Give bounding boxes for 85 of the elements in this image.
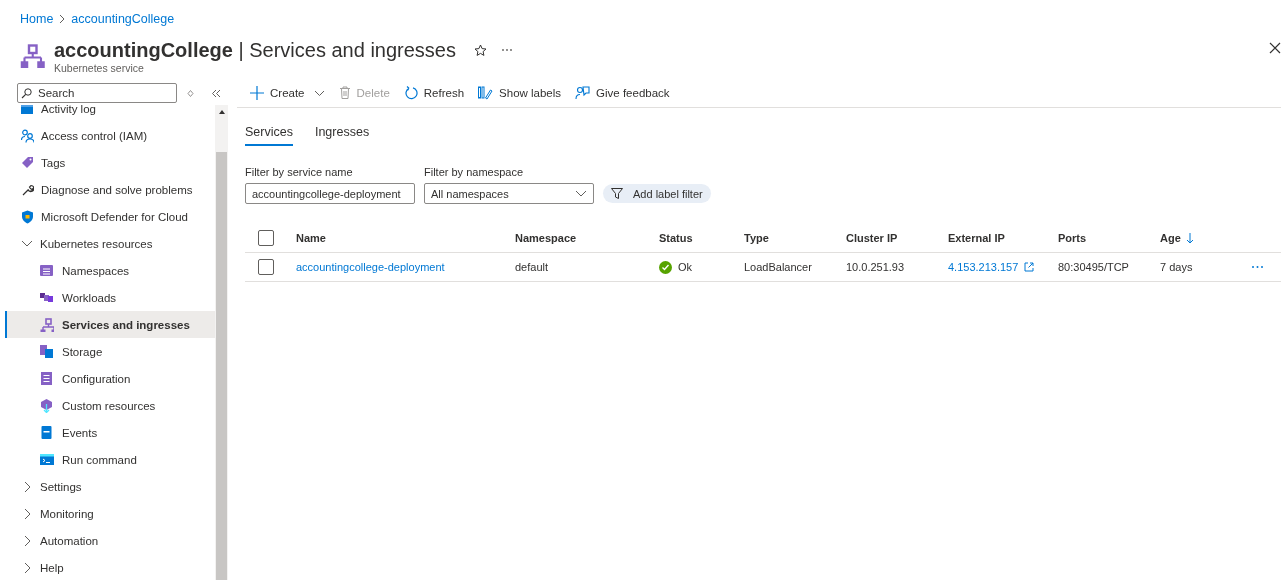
chevron-down-icon xyxy=(575,190,587,197)
log-icon xyxy=(21,105,34,116)
network-icon xyxy=(20,44,46,70)
nav-item[interactable]: Custom resources xyxy=(5,392,215,419)
column-header[interactable]: Type xyxy=(744,232,769,244)
nav-item[interactable]: Settings xyxy=(5,473,215,500)
label-icon xyxy=(478,86,494,100)
shield-icon xyxy=(21,209,34,224)
resource-type: Kubernetes service xyxy=(54,62,145,74)
add-label-filter-button[interactable]: Add label filter xyxy=(603,184,711,203)
select-all-checkbox[interactable] xyxy=(258,230,274,246)
more-icon xyxy=(1251,265,1264,269)
collapse-icon xyxy=(211,88,221,98)
namespace-dropdown[interactable]: All namespaces xyxy=(424,183,594,204)
nav-item[interactable]: Monitoring xyxy=(5,500,215,527)
filter-icon xyxy=(611,188,623,199)
chevron-right-icon xyxy=(59,14,66,24)
column-header[interactable]: Cluster IP xyxy=(846,232,898,244)
status-text: Ok xyxy=(678,261,693,273)
chevron-down-icon xyxy=(313,89,325,97)
column-header[interactable]: Ports xyxy=(1058,232,1087,244)
column-header[interactable]: Name xyxy=(296,232,326,244)
toolbar-button[interactable]: Show labels xyxy=(478,86,562,100)
nav-item[interactable]: Kubernetes resources xyxy=(5,230,215,257)
scrollbar[interactable] xyxy=(215,105,228,580)
nav-item[interactable]: Workloads xyxy=(5,284,215,311)
external-ip-link[interactable]: 4.153.213.157 xyxy=(948,261,1019,273)
search-field[interactable]: Search xyxy=(17,83,177,103)
plus-icon xyxy=(250,86,264,100)
service-name-field[interactable]: accountingcollege-deployment xyxy=(245,183,415,204)
trash-icon xyxy=(338,86,351,100)
diamond-icon xyxy=(187,89,194,97)
feedback-icon xyxy=(575,86,591,100)
nav-item[interactable]: Automation xyxy=(5,527,215,554)
terminal-icon xyxy=(40,452,54,467)
external-link-icon xyxy=(1024,262,1035,272)
table-cell: 10.0.251.93 xyxy=(846,261,905,273)
list-icon xyxy=(40,371,54,386)
network-icon xyxy=(40,317,54,332)
nav-item[interactable]: Diagnose and solve problems xyxy=(5,176,215,203)
nav-item[interactable]: Run command xyxy=(5,446,215,473)
toolbar-button[interactable]: Create xyxy=(250,86,325,100)
table-cell: LoadBalancer xyxy=(744,261,812,273)
breadcrumb-link[interactable]: accountingCollege xyxy=(71,12,175,26)
nav-item[interactable]: Access control (IAM) xyxy=(5,122,215,149)
service-link[interactable]: accountingcollege-deployment xyxy=(296,261,445,273)
tab[interactable]: Services xyxy=(245,125,293,146)
breadcrumb-link[interactable]: Home xyxy=(20,12,54,26)
storage-icon xyxy=(40,344,54,359)
column-header[interactable]: Status xyxy=(659,232,693,244)
field-label: Filter by service name xyxy=(245,166,354,178)
close-icon xyxy=(1269,42,1281,54)
people-icon xyxy=(21,128,34,143)
nav-item[interactable]: Storage xyxy=(5,338,215,365)
document-icon xyxy=(40,425,54,440)
nav-item[interactable]: Microsoft Defender for Cloud xyxy=(5,203,215,230)
field-label: Filter by namespace xyxy=(424,166,525,178)
nav-item[interactable]: Help xyxy=(5,554,215,580)
nav-item[interactable]: Configuration xyxy=(5,365,215,392)
column-header[interactable]: Age xyxy=(1160,232,1194,244)
nav-item[interactable]: Services and ingresses xyxy=(5,311,215,338)
row-checkbox[interactable] xyxy=(258,259,274,275)
toolbar-button[interactable]: Refresh xyxy=(403,86,465,100)
refresh-icon xyxy=(403,86,418,100)
star-icon xyxy=(474,43,487,57)
nav-item[interactable]: Events xyxy=(5,419,215,446)
table-cell: default xyxy=(515,261,549,273)
sort-arrow-icon xyxy=(1185,232,1194,244)
hexagon-icon xyxy=(40,398,54,413)
cubes-icon xyxy=(40,290,54,305)
table-cell: 7 days xyxy=(1160,261,1193,273)
scroll-up-icon xyxy=(217,109,226,115)
toolbar-button[interactable]: Give feedback xyxy=(575,86,670,100)
search-icon xyxy=(21,88,32,99)
column-header[interactable]: External IP xyxy=(948,232,1005,244)
column-header[interactable]: Namespace xyxy=(515,232,577,244)
table-cell: 80:30495/TCP xyxy=(1058,261,1129,273)
nav-item[interactable]: Namespaces xyxy=(5,257,215,284)
tab[interactable]: Ingresses xyxy=(314,125,370,146)
page-title: accountingCollege | Services and ingresses xyxy=(54,38,456,62)
list-icon xyxy=(40,263,54,278)
wrench-icon xyxy=(21,182,34,197)
tag-icon xyxy=(21,155,34,170)
nav-item[interactable]: Tags xyxy=(5,149,215,176)
nav-item[interactable]: Activity log xyxy=(5,105,215,122)
